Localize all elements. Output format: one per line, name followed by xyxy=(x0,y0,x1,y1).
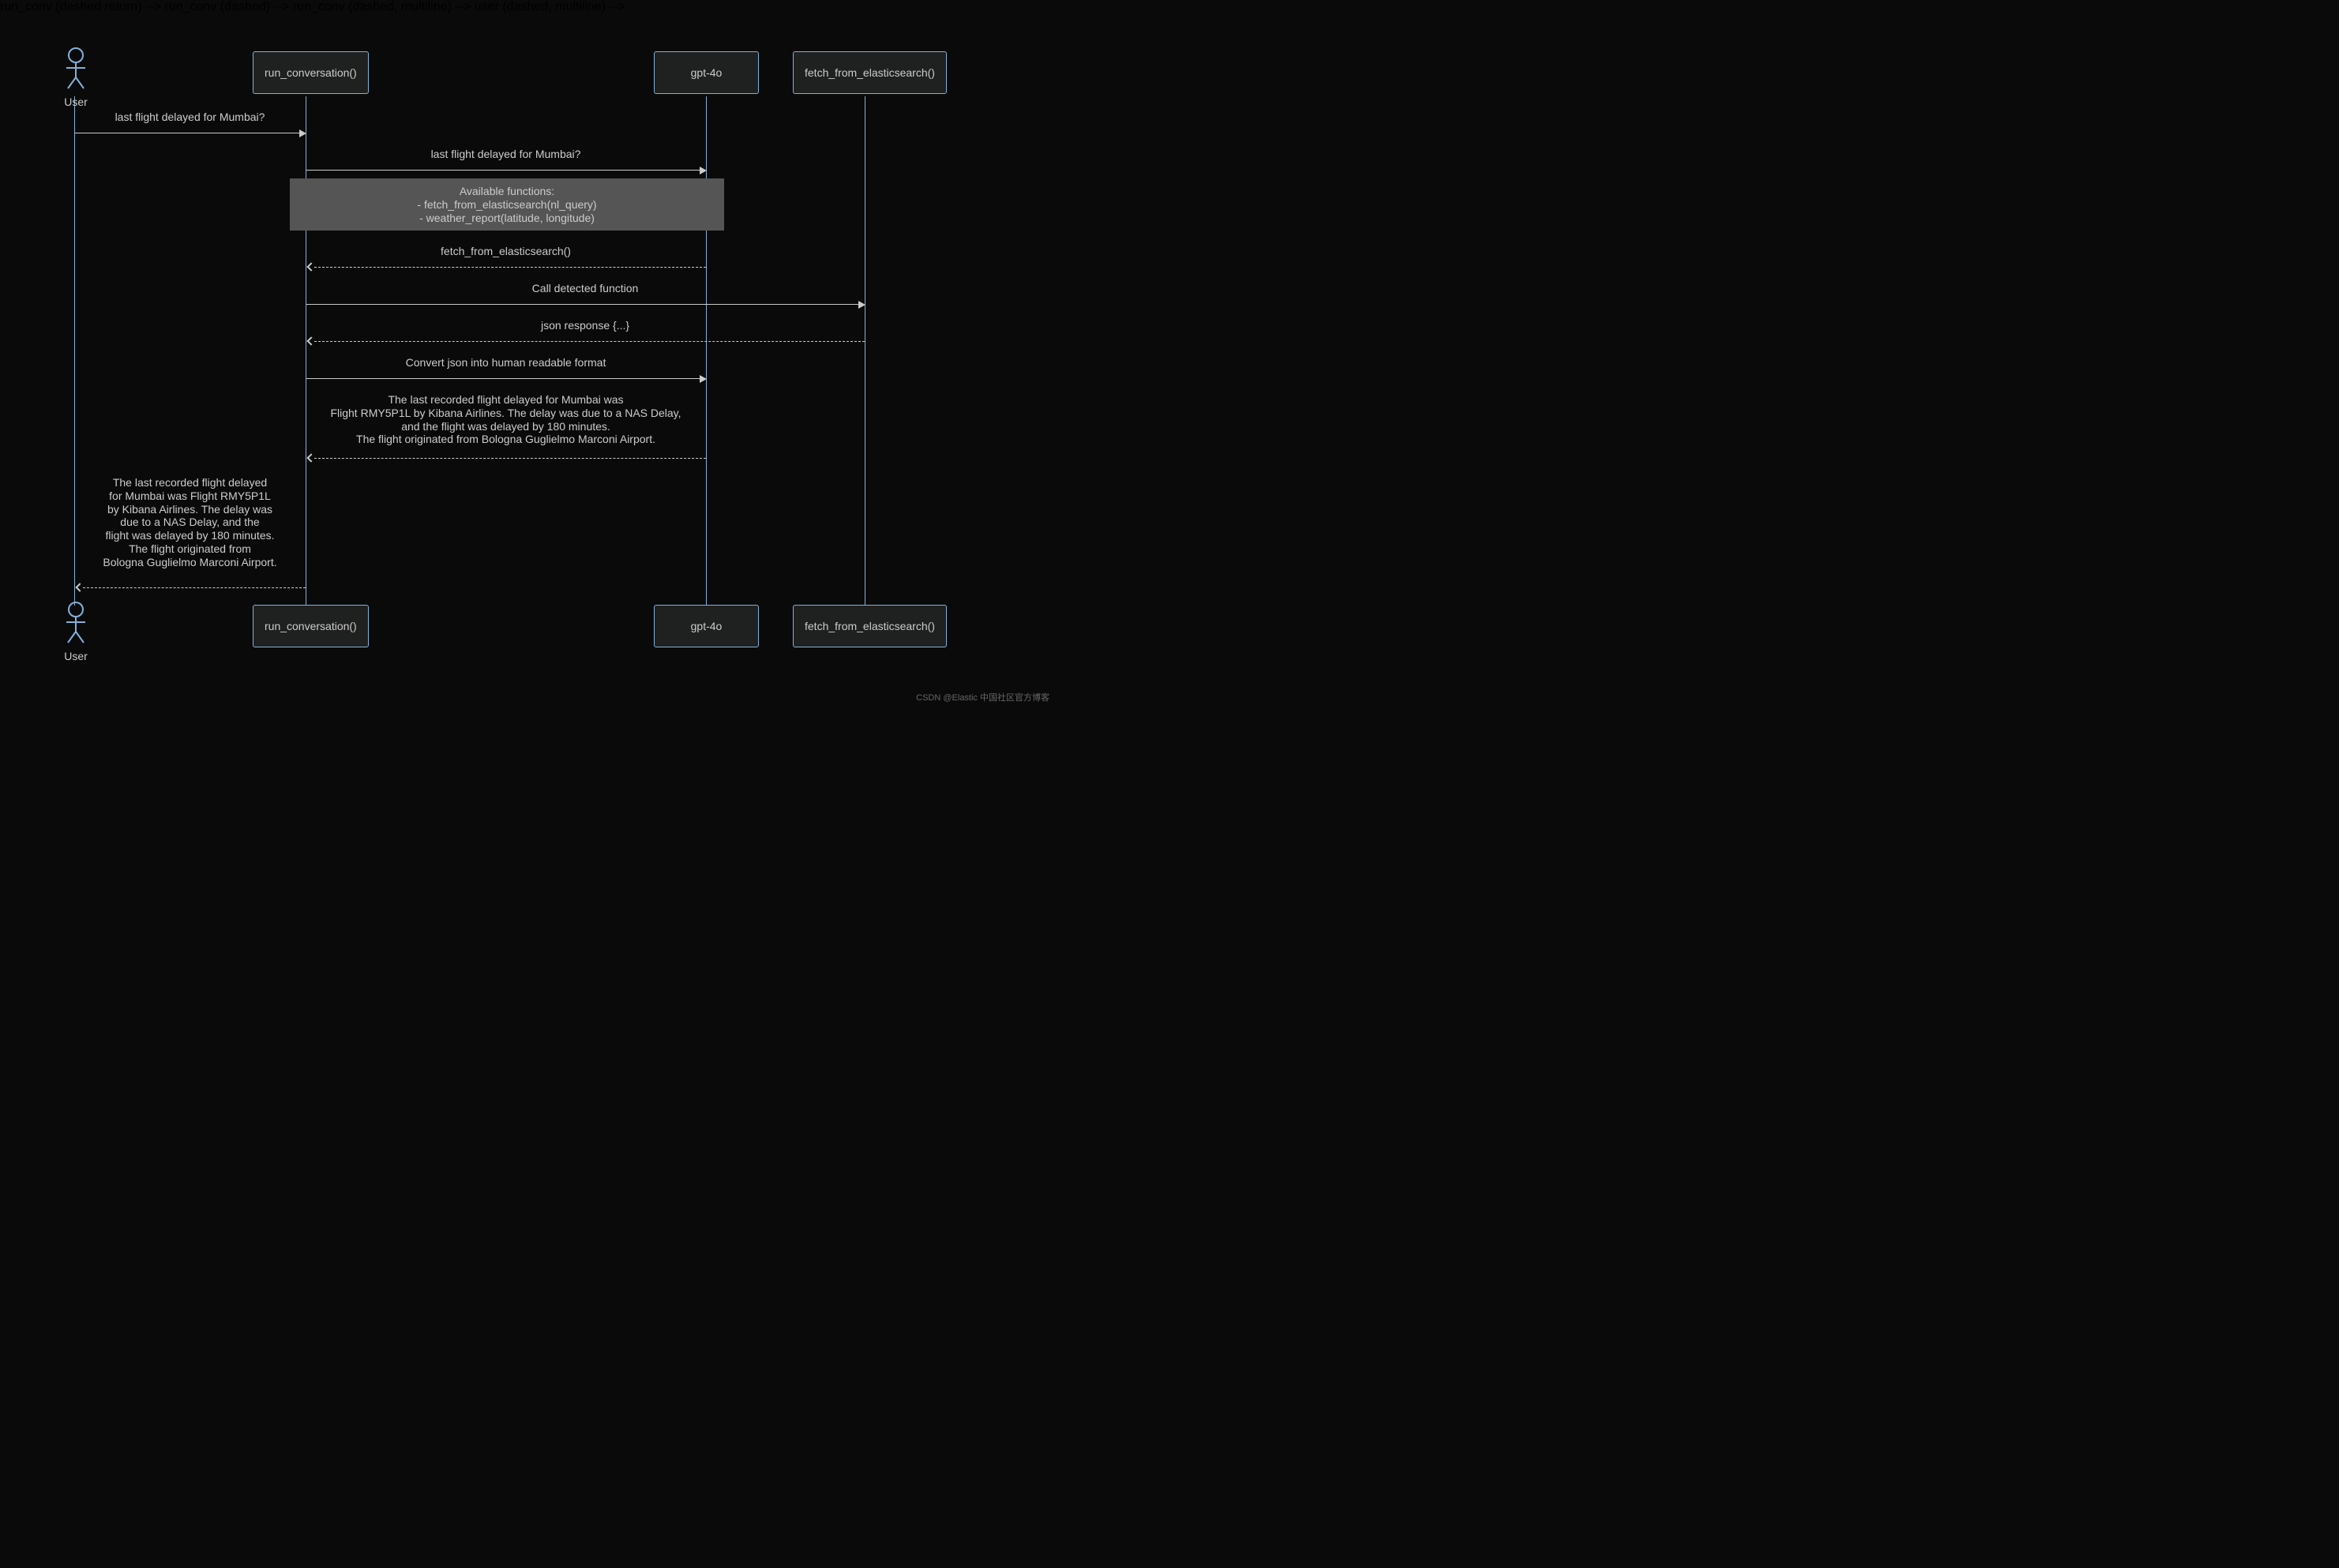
actor-label-user: User xyxy=(62,96,90,108)
sequence-diagram: User User run_conversation() gpt-4o fetc… xyxy=(0,0,1056,708)
actor-label-user: User xyxy=(62,650,90,662)
msg-forward-query: last flight delayed for Mumbai? xyxy=(306,148,706,160)
arrow-m5 xyxy=(314,341,865,342)
participant-gpt-bottom: gpt-4o xyxy=(654,605,759,647)
watermark: CSDN @Elastic 中国社区官方博客 xyxy=(916,691,1049,703)
arrow-m2 xyxy=(306,170,700,171)
msg-json-response: json response {...} xyxy=(306,319,865,332)
stick-figure-icon xyxy=(63,47,88,90)
msg-call-function: Call detected function xyxy=(306,282,865,294)
stick-figure-icon xyxy=(63,602,88,644)
arrowhead-m8 xyxy=(75,583,84,591)
arrowhead-m5 xyxy=(306,336,315,345)
arrowhead-m1 xyxy=(299,129,306,137)
participant-fetch-bottom: fetch_from_elasticsearch() xyxy=(793,605,947,647)
note-line2: - fetch_from_elasticsearch(nl_query) xyxy=(309,198,705,212)
actor-user-bottom: User xyxy=(62,602,90,662)
actor-user-top: User xyxy=(62,47,90,108)
note-line3: - weather_report(latitude, longitude) xyxy=(309,212,705,225)
msg-function-selected: fetch_from_elasticsearch() xyxy=(306,245,706,257)
msg-user-query: last flight delayed for Mumbai? xyxy=(74,111,306,123)
arrow-m4 xyxy=(306,304,859,305)
msg-human-readable-response: The last recorded flight delayed for Mum… xyxy=(306,393,706,446)
arrowhead-m3 xyxy=(306,262,315,271)
participant-run-conversation-bottom: run_conversation() xyxy=(253,605,369,647)
arrowhead-m2 xyxy=(700,167,707,174)
participant-gpt-top: gpt-4o xyxy=(654,51,759,94)
msg-final-response: The last recorded flight delayed for Mum… xyxy=(74,476,306,569)
arrow-m7 xyxy=(314,458,706,459)
arrowhead-m6 xyxy=(700,375,707,383)
arrow-m6 xyxy=(306,378,700,379)
participant-run-conversation-top: run_conversation() xyxy=(253,51,369,94)
note-available-functions: Available functions: - fetch_from_elasti… xyxy=(290,178,724,231)
arrowhead-m4 xyxy=(858,301,865,309)
arrow-m3 xyxy=(314,267,706,268)
msg-convert-json: Convert json into human readable format xyxy=(306,356,706,369)
participant-fetch-top: fetch_from_elasticsearch() xyxy=(793,51,947,94)
arrowhead-m7 xyxy=(306,453,315,462)
note-line1: Available functions: xyxy=(309,185,705,198)
arrow-m8 xyxy=(83,587,306,588)
